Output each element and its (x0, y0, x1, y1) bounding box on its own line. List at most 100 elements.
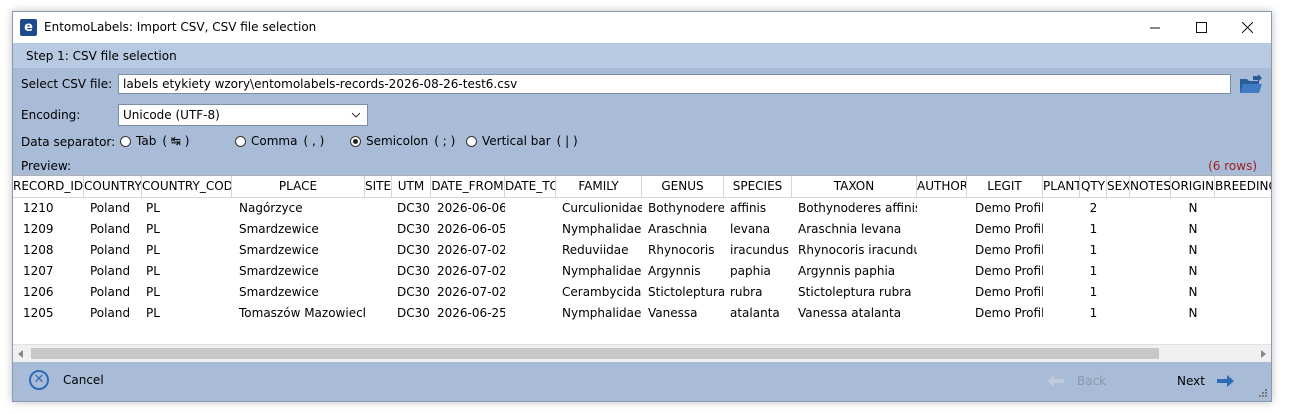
separator-semicolon-radio[interactable]: Semicolon ( ; ) (350, 134, 455, 148)
radio-selected-icon (350, 135, 361, 147)
maximize-button[interactable] (1178, 12, 1224, 43)
table-cell-place: Smardzewice (239, 264, 319, 278)
minimize-button[interactable] (1132, 12, 1178, 43)
table-cell-utm: DC30 (397, 306, 430, 320)
column-header-utm[interactable]: UTM (392, 176, 431, 197)
column-header-country[interactable]: COUNTRY (84, 176, 142, 197)
separator-comma-glyph: ( , ) (303, 134, 325, 148)
table-cell-family: Nymphalidae (562, 264, 642, 278)
separator-label: Data separator: (21, 135, 116, 149)
chevron-down-icon (351, 109, 361, 123)
table-cell-country-code: PL (146, 222, 160, 236)
separator-vertical-bar-radio[interactable]: Vertical bar ( | ) (466, 134, 578, 148)
column-header-author[interactable]: AUTHOR (917, 176, 967, 197)
table-row[interactable]: 1210 Poland PL Nagórzyce DC30 2026-06-06 Curcu… (13, 198, 1271, 219)
table-cell-plant (1043, 240, 1080, 261)
table-cell-author (917, 198, 967, 219)
column-header-date-to[interactable]: DATE_TO (505, 176, 556, 197)
table-cell-origin: N (1188, 222, 1198, 236)
horizontal-scrollbar[interactable] (13, 344, 1271, 362)
column-header-notes[interactable]: NOTES (1130, 176, 1171, 197)
table-cell-date-to (505, 198, 556, 219)
table-cell-date-from: 2026-06-05 (437, 222, 505, 236)
table-cell-notes (1130, 198, 1171, 219)
encoding-select[interactable]: Unicode (UTF-8) (118, 104, 368, 126)
close-button[interactable] (1224, 12, 1270, 43)
table-cell-place: Tomaszów Mazowiecki (239, 306, 365, 320)
column-header-plant[interactable]: PLANT (1043, 176, 1080, 197)
table-cell-record-id: 1210 (23, 201, 54, 215)
table-cell-record-id: 1209 (23, 222, 54, 236)
table-cell-family: Reduviidae (562, 243, 629, 257)
column-header-sex[interactable]: SEX (1107, 176, 1130, 197)
table-row[interactable]: 1205 Poland PL Tomaszów Mazowiecki DC30 2026-… (13, 303, 1271, 324)
table-cell-family: Curculionidae (562, 201, 642, 215)
column-header-breeding[interactable]: BREEDING (1215, 176, 1271, 197)
table-cell-country-code: PL (146, 264, 160, 278)
table-row[interactable]: 1208 Poland PL Smardzewice DC30 2026-07-02 Red… (13, 240, 1271, 261)
table-cell-date-to (505, 261, 556, 282)
separator-tab-radio[interactable]: Tab ( ↹ ) (120, 134, 189, 148)
table-cell-author (917, 240, 967, 261)
column-header-family[interactable]: FAMILY (556, 176, 642, 197)
arrow-right-icon (1216, 375, 1234, 387)
cancel-x-icon: ✕ (29, 370, 49, 390)
separator-vertical-bar-glyph: ( | ) (556, 134, 578, 148)
column-header-taxon[interactable]: TAXON (792, 176, 917, 197)
next-button[interactable]: Next (1177, 374, 1235, 388)
table-cell-taxon: Stictoleptura rubra (798, 285, 912, 299)
table-cell-place: Smardzewice (239, 285, 319, 299)
table-cell-origin: N (1188, 201, 1198, 215)
column-header-country-code[interactable]: COUNTRY_CODE (142, 176, 232, 197)
csv-file-path-input[interactable]: labels etykiety wzory\entomolabels-recor… (118, 74, 1231, 94)
table-cell-family: Cerambycidae (562, 285, 642, 299)
table-cell-country: Poland (90, 264, 131, 278)
table-cell-record-id: 1206 (23, 285, 54, 299)
separator-semicolon-label: Semicolon (366, 134, 429, 148)
column-header-site[interactable]: SITE (365, 176, 392, 197)
table-cell-record-id: 1205 (23, 306, 54, 320)
table-cell-breeding (1215, 282, 1271, 303)
table-cell-genus: Araschnia (648, 222, 708, 236)
scrollbar-thumb[interactable] (31, 348, 1159, 359)
table-cell-country-code: PL (146, 243, 160, 257)
table-cell-date-from: 2026-06-06 (437, 201, 505, 215)
window-title: EntomoLabels: Import CSV, CSV file selec… (44, 20, 317, 34)
table-row[interactable]: 1207 Poland PL Smardzewice DC30 2026-07-02 Nym… (13, 261, 1271, 282)
table-cell-place: Smardzewice (239, 222, 319, 236)
table-cell-taxon: Araschnia levana (798, 222, 902, 236)
table-cell-origin: N (1188, 264, 1198, 278)
maximize-icon (1195, 22, 1207, 33)
table-cell-breeding (1215, 198, 1271, 219)
table-row[interactable]: 1209 Poland PL Smardzewice DC30 2026-06-05 Nym… (13, 219, 1271, 240)
browse-folder-button[interactable] (1239, 74, 1263, 96)
separator-comma-radio[interactable]: Comma ( , ) (235, 134, 324, 148)
table-row[interactable]: 1206 Poland PL Smardzewice DC30 2026-07-02 Cer… (13, 282, 1271, 303)
column-header-place[interactable]: PLACE (232, 176, 365, 197)
encoding-label: Encoding: (21, 108, 81, 122)
separator-tab-label: Tab (136, 134, 157, 148)
column-header-date-from[interactable]: DATE_FROM (431, 176, 505, 197)
table-cell-genus: Argynnis (648, 264, 701, 278)
scroll-right-icon[interactable] (1259, 348, 1267, 362)
table-cell-legit: Demo Profil (975, 243, 1043, 257)
column-header-origin[interactable]: ORIGIN (1171, 176, 1215, 197)
scroll-left-icon[interactable] (17, 348, 25, 362)
separator-vertical-bar-label: Vertical bar (482, 134, 551, 148)
column-header-qty[interactable]: QTY (1080, 176, 1107, 197)
table-cell-breeding (1215, 303, 1271, 324)
column-header-record-id[interactable]: RECORD_ID (13, 176, 84, 197)
file-label: Select CSV file: (21, 77, 113, 91)
cancel-label: Cancel (63, 373, 104, 387)
table-cell-origin: N (1188, 243, 1198, 257)
column-header-genus[interactable]: GENUS (642, 176, 724, 197)
column-header-species[interactable]: SPECIES (724, 176, 792, 197)
resize-grip-icon[interactable] (1258, 388, 1268, 398)
cancel-button[interactable]: ✕ Cancel (29, 370, 104, 390)
step-label: Step 1: CSV file selection (26, 49, 177, 63)
table-cell-breeding (1215, 261, 1271, 282)
table-cell-qty: 1 (1089, 285, 1098, 299)
preview-grid[interactable]: RECORD_ID COUNTRY COUNTRY_CODE PLACE SITE UTM… (13, 175, 1271, 362)
column-header-legit[interactable]: LEGIT (967, 176, 1043, 197)
back-button[interactable]: Back (1047, 374, 1106, 388)
